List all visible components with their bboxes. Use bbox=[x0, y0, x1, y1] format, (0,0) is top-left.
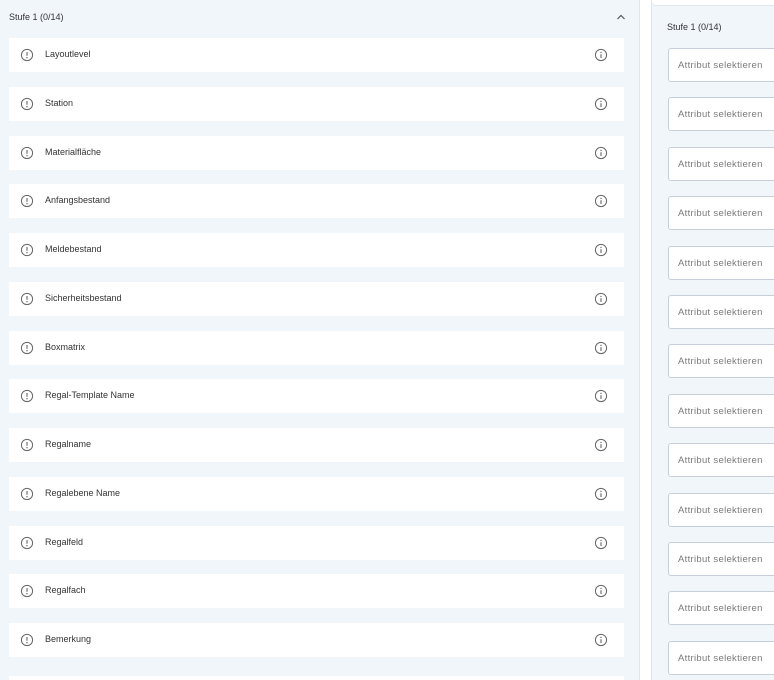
select-placeholder: Attribut selektieren bbox=[678, 307, 763, 318]
warning-circle-icon bbox=[20, 487, 34, 500]
attribute-select[interactable]: Attribut selektieren bbox=[668, 443, 774, 478]
select-placeholder: Attribut selektieren bbox=[678, 356, 763, 368]
attribute-select[interactable]: Attribut selektieren bbox=[668, 591, 774, 626]
info-circle-icon[interactable] bbox=[594, 633, 608, 647]
list-item: Regalebene Name bbox=[9, 476, 624, 511]
info-circle-icon[interactable] bbox=[594, 48, 608, 62]
list-item: Regalfach bbox=[9, 574, 624, 609]
info-circle-icon[interactable] bbox=[594, 584, 608, 598]
list-item: Materialfläche bbox=[9, 135, 624, 170]
attribute-label: Anfangsbestand bbox=[45, 195, 111, 206]
info-circle-icon[interactable] bbox=[594, 243, 608, 257]
attribute-label: Regalname bbox=[45, 439, 92, 449]
section-header-stufe-1[interactable]: Stufe 1 (0/14) bbox=[0, 0, 639, 36]
list-item: Regalname bbox=[9, 428, 624, 462]
list-item-partial bbox=[9, 676, 624, 680]
attribute-label: Meldebestand bbox=[45, 244, 102, 254]
info-circle-icon[interactable] bbox=[594, 194, 608, 208]
select-placeholder: Attribut selektieren bbox=[678, 60, 763, 71]
attribute-list-panel: Stufe 1 (0/14) Layoutlevel Station Materia… bbox=[0, 0, 640, 680]
select-placeholder: Attribut selektieren bbox=[678, 257, 763, 269]
list-item: Boxmatrix bbox=[9, 330, 624, 365]
list-item: Layoutlevel bbox=[9, 38, 624, 72]
info-circle-icon[interactable] bbox=[594, 536, 608, 550]
select-placeholder: Attribut selektieren bbox=[678, 652, 763, 664]
list-item: Anfangsbestand bbox=[9, 184, 624, 219]
attribute-select[interactable]: Attribut selektieren bbox=[668, 542, 774, 576]
attribute-select[interactable]: Attribut selektieren bbox=[668, 640, 774, 675]
attribute-select[interactable]: Attribut selektieren bbox=[668, 492, 774, 527]
warning-circle-icon bbox=[20, 341, 34, 354]
list-item: Sicherheitsbestand bbox=[9, 281, 624, 316]
select-placeholder: Attribut selektieren bbox=[678, 455, 763, 467]
info-circle-icon[interactable] bbox=[594, 389, 608, 403]
info-circle-icon[interactable] bbox=[594, 341, 608, 355]
select-placeholder: Attribut selektieren bbox=[678, 405, 763, 417]
attribute-label: Regalebene Name bbox=[45, 487, 121, 498]
warning-circle-icon bbox=[20, 390, 34, 403]
attribute-label: Layoutlevel bbox=[45, 49, 91, 59]
attribute-label: Station bbox=[45, 97, 74, 108]
warning-circle-icon bbox=[20, 438, 34, 452]
list-item: Regalfeld bbox=[9, 525, 624, 560]
attribute-select[interactable]: Attribut selektieren bbox=[668, 295, 774, 329]
warning-circle-icon bbox=[20, 195, 34, 208]
attribute-select[interactable]: Attribut selektieren bbox=[668, 146, 774, 181]
chevron-up-icon[interactable] bbox=[614, 10, 628, 24]
warning-circle-icon bbox=[20, 97, 34, 110]
warning-circle-icon bbox=[20, 536, 34, 549]
panel-top-edge bbox=[652, 0, 774, 6]
info-circle-icon[interactable] bbox=[594, 487, 608, 501]
attribute-label: Materialfläche bbox=[45, 146, 102, 157]
attribute-select[interactable]: Attribut selektieren bbox=[668, 393, 774, 428]
attribute-label: Regalfach bbox=[45, 585, 86, 596]
list-item: Bemerkung bbox=[9, 623, 624, 657]
attribute-label: Boxmatrix bbox=[45, 341, 86, 352]
info-circle-icon[interactable] bbox=[594, 438, 608, 452]
select-placeholder: Attribut selektieren bbox=[678, 603, 763, 615]
mapping-panel: Stufe 1 (0/14) Attribut selektieren Attri… bbox=[651, 0, 774, 680]
attribute-rows: Layoutlevel Station Materialfläche Anfangsb… bbox=[9, 38, 624, 672]
warning-circle-icon bbox=[20, 243, 34, 257]
info-circle-icon[interactable] bbox=[594, 292, 608, 306]
attribute-select[interactable]: Attribut selektieren bbox=[668, 196, 774, 231]
attribute-label: Sicherheitsbestand bbox=[45, 292, 122, 303]
list-item: Regal-Template Name bbox=[9, 379, 624, 414]
select-placeholder: Attribut selektieren bbox=[678, 554, 763, 565]
attribute-select[interactable]: Attribut selektieren bbox=[668, 48, 774, 82]
mapping-title: Stufe 1 (0/14) bbox=[667, 22, 722, 32]
select-placeholder: Attribut selektieren bbox=[678, 109, 763, 121]
warning-circle-icon bbox=[20, 633, 34, 647]
select-placeholder: Attribut selektieren bbox=[678, 504, 763, 516]
attribute-label: Bemerkung bbox=[45, 634, 92, 644]
list-item: Station bbox=[9, 86, 624, 121]
warning-circle-icon bbox=[20, 585, 34, 598]
section-title: Stufe 1 (0/14) bbox=[9, 12, 64, 22]
warning-circle-icon bbox=[20, 292, 34, 305]
select-placeholder: Attribut selektieren bbox=[678, 208, 763, 220]
attribute-label: Regalfeld bbox=[45, 536, 84, 547]
info-circle-icon[interactable] bbox=[594, 146, 608, 160]
select-placeholder: Attribut selektieren bbox=[678, 158, 763, 170]
info-circle-icon[interactable] bbox=[594, 97, 608, 111]
warning-circle-icon bbox=[20, 48, 34, 62]
attribute-select[interactable]: Attribut selektieren bbox=[668, 344, 774, 379]
attribute-select[interactable]: Attribut selektieren bbox=[668, 97, 774, 132]
list-item: Meldebestand bbox=[9, 233, 624, 267]
attribute-select[interactable]: Attribut selektieren bbox=[668, 245, 774, 280]
warning-circle-icon bbox=[20, 146, 34, 159]
attribute-label: Regal-Template Name bbox=[45, 390, 135, 401]
